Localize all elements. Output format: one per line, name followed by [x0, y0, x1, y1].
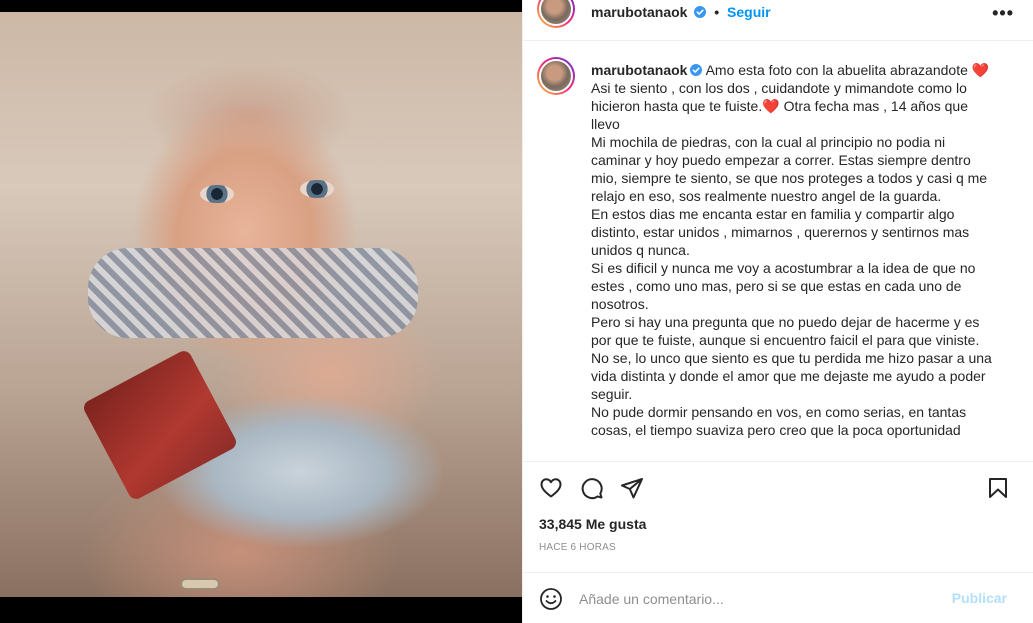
follow-button[interactable]: Seguir: [727, 4, 771, 20]
header-separator: •: [714, 4, 720, 20]
comment-form: Publicar: [523, 573, 1033, 623]
caption-text: marubotanaok Amo esta foto con la abueli…: [591, 61, 996, 439]
caption-paragraph: Si es dificil y nunca me voy a acostumbr…: [591, 260, 976, 312]
post-timestamp[interactable]: HACE 6 HORAS: [539, 542, 616, 553]
post-side-panel: marubotanaok • Seguir ••• marubotanaok A…: [522, 0, 1033, 623]
heart-emoji: ❤️: [971, 62, 990, 78]
caption-paragraph: No se, lo unco que siento es que tu perd…: [591, 350, 992, 402]
actions-divider: [523, 461, 1033, 462]
heart-emoji: ❤️: [762, 98, 780, 114]
header-username[interactable]: marubotanaok: [591, 4, 687, 20]
caption-paragraph: Pero si hay una pregunta que no puedo de…: [591, 314, 980, 348]
caption-paragraph: En estos dias me encanta estar en famili…: [591, 206, 970, 258]
caption-area: marubotanaok Amo esta foto con la abueli…: [523, 41, 1033, 461]
comment-input[interactable]: [579, 586, 939, 612]
post-photo[interactable]: [0, 0, 522, 623]
author-avatar[interactable]: [537, 0, 575, 28]
comment-icon[interactable]: [580, 476, 604, 500]
photo-plaid-collar: [88, 248, 418, 338]
caption-author-avatar[interactable]: [537, 57, 575, 95]
header-user-row: marubotanaok • Seguir: [591, 4, 771, 20]
post-header: marubotanaok • Seguir •••: [523, 0, 1033, 28]
share-icon[interactable]: [620, 476, 644, 500]
caption-paragraph: Mi mochila de piedras, con la cual al pr…: [591, 134, 988, 204]
heart-icon[interactable]: [539, 476, 563, 500]
photo-right-eye: [300, 180, 334, 198]
photo-ring: [180, 578, 220, 590]
caption-paragraph: No pude dormir pensando en vos, en como …: [591, 404, 967, 438]
caption-intro: Amo esta foto con la abuelita abrazandot…: [705, 62, 968, 78]
like-count[interactable]: 33,845 Me gusta: [539, 516, 646, 532]
emoji-icon[interactable]: [539, 587, 563, 611]
caption-username[interactable]: marubotanaok: [591, 62, 687, 78]
post-actions: [523, 470, 1033, 506]
bookmark-icon[interactable]: [986, 476, 1010, 500]
publish-button[interactable]: Publicar: [952, 590, 1007, 606]
verified-badge-icon: [694, 6, 707, 18]
photo-left-eye: [200, 185, 234, 203]
verified-badge-icon: [690, 64, 703, 76]
more-options-icon[interactable]: •••: [992, 3, 1014, 24]
